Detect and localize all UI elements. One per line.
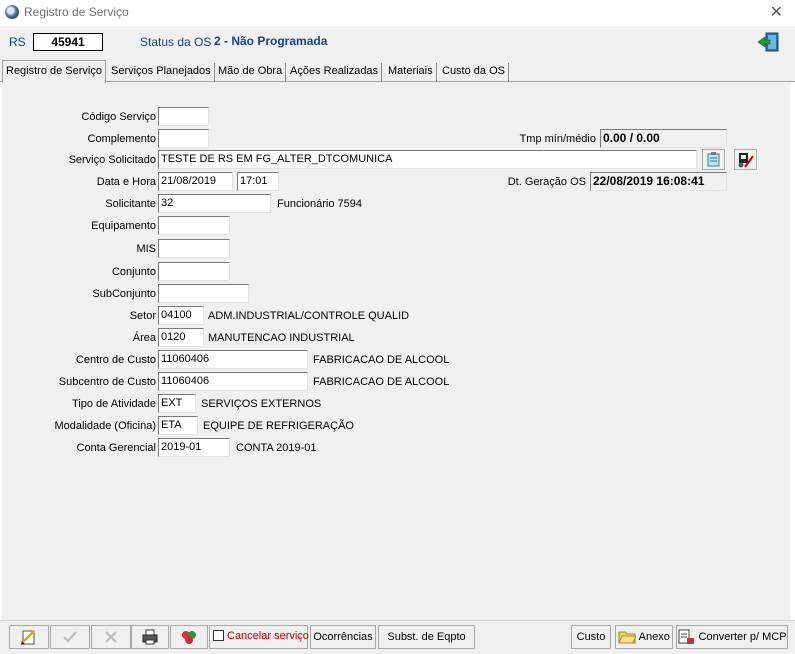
setor-desc: ADM.INDUSTRIAL/CONTROLE QUALID <box>208 310 410 322</box>
rs-number-field[interactable]: 45941 <box>33 33 103 51</box>
tab-servicos-planejados[interactable]: Serviços Planejados <box>108 63 215 82</box>
equipamento-field[interactable] <box>158 216 230 235</box>
data-field[interactable]: 21/08/2019 <box>158 172 233 191</box>
conta-gerencial-field[interactable]: 2019-01 <box>158 438 230 457</box>
area-label: Área <box>132 332 156 344</box>
convert-document-icon <box>678 629 695 645</box>
title-bar: Registro de Serviço ✕ <box>0 0 795 26</box>
subconjunto-field[interactable] <box>158 284 249 303</box>
complemento-field[interactable] <box>158 129 209 148</box>
bottom-toolbar: Cancelar serviço Ocorrências Subst. de E… <box>0 620 795 654</box>
modalidade-label: Modalidade (Oficina) <box>54 420 157 432</box>
status-label: Status da OS <box>140 35 212 49</box>
tab-custo-da-os[interactable]: Custo da OS <box>439 63 509 82</box>
header-bar: RS 45941 Status da OS 2 - Não Programada <box>0 26 795 60</box>
tab-acoes-realizadas[interactable]: Ações Realizadas <box>287 63 383 82</box>
centro-custo-desc: FABRICACAO DE ALCOOL <box>313 354 450 366</box>
subcentro-custo-label: Subcentro de Custo <box>58 376 156 388</box>
notepad-button[interactable] <box>702 149 725 170</box>
notepad-icon <box>707 152 720 167</box>
exit-door-icon[interactable] <box>756 31 780 53</box>
subst-eqpto-button[interactable]: Subst. de Eqpto <box>378 625 475 649</box>
rs-label: RS <box>9 35 26 49</box>
tab-registro-servico[interactable]: Registro de Serviço <box>2 60 106 83</box>
modalidade-field[interactable]: ETA <box>158 416 198 435</box>
app-icon <box>5 5 19 19</box>
codigo-servico-label: Código Serviço <box>81 111 156 123</box>
printer-icon <box>142 629 158 645</box>
cancel-button[interactable] <box>91 625 131 649</box>
dt-geracao-field: 22/08/2019 16:08:41 <box>590 172 727 191</box>
centro-custo-label: Centro de Custo <box>75 354 156 366</box>
area-desc: MANUTENCAO INDUSTRIAL <box>208 332 355 344</box>
confirm-button[interactable] <box>50 625 90 649</box>
check-icon <box>63 631 77 643</box>
solicitante-desc: Funcionário 7594 <box>277 198 363 210</box>
servico-solicitado-field[interactable]: TESTE DE RS EM FG_ALTER_DTCOMUNICA <box>158 150 697 169</box>
solicitante-field[interactable]: 32 <box>158 194 271 213</box>
tools-button[interactable] <box>734 149 757 170</box>
tipo-atividade-field[interactable]: EXT <box>158 394 196 413</box>
tipo-atividade-label: Tipo de Atividade <box>72 398 156 410</box>
data-hora-label: Data e Hora <box>96 176 156 188</box>
tmp-min-medio-label: Tmp mín/médio <box>519 133 596 145</box>
area-field[interactable]: 0120 <box>158 328 204 347</box>
window-title: Registro de Serviço <box>24 5 129 19</box>
tab-materiais[interactable]: Materiais <box>385 63 437 82</box>
complemento-label: Complemento <box>87 133 156 145</box>
custo-button[interactable]: Custo <box>571 625 611 649</box>
equipamento-label: Equipamento <box>91 220 156 232</box>
tools-icon <box>738 153 754 168</box>
folder-icon <box>618 631 637 644</box>
users-icon <box>182 631 196 645</box>
converter-mcp-button[interactable]: Converter p/ MCP <box>676 625 788 649</box>
ocorrencias-button[interactable]: Ocorrências <box>310 625 376 649</box>
conta-gerencial-label: Conta Gerencial <box>76 442 157 454</box>
anexo-button[interactable]: Anexo <box>615 625 673 649</box>
hora-field[interactable]: 17:01 <box>237 172 279 191</box>
setor-field[interactable]: 04100 <box>158 306 204 325</box>
print-button[interactable] <box>131 625 169 649</box>
conta-gerencial-desc: CONTA 2019-01 <box>236 442 317 454</box>
mis-field[interactable] <box>158 239 230 258</box>
x-icon <box>105 631 117 643</box>
converter-mcp-label: Converter p/ MCP <box>698 631 787 643</box>
tmp-min-medio-field: 0.00 / 0.00 <box>600 129 727 148</box>
conjunto-field[interactable] <box>158 262 230 281</box>
solicitante-label: Solicitante <box>105 198 156 210</box>
close-icon[interactable]: ✕ <box>770 2 783 22</box>
tab-mao-de-obra[interactable]: Mão de Obra <box>215 63 287 82</box>
subconjunto-label: SubConjunto <box>92 288 156 300</box>
cancelar-servico-checkbox[interactable] <box>213 630 224 641</box>
anexo-label: Anexo <box>638 631 670 643</box>
edit-document-icon <box>21 630 35 646</box>
cancelar-servico-label: Cancelar serviço <box>227 630 309 642</box>
dt-geracao-label: Dt. Geração OS <box>507 176 586 188</box>
subcentro-custo-field[interactable]: 11060406 <box>158 372 308 391</box>
users-button[interactable] <box>170 625 208 649</box>
servico-solicitado-label: Serviço Solicitado <box>68 154 156 166</box>
conjunto-label: Conjunto <box>111 266 156 278</box>
subcentro-custo-desc: FABRICACAO DE ALCOOL <box>313 376 450 388</box>
tab-strip: Registro de Serviço Serviços Planejados … <box>0 60 795 83</box>
mis-label: MIS <box>136 243 156 255</box>
registro-servico-panel: Código Serviço Complemento Tmp mín/médio… <box>2 82 790 620</box>
edit-button[interactable] <box>9 625 49 649</box>
status-value: 2 - Não Programada <box>214 34 328 48</box>
centro-custo-field[interactable]: 11060406 <box>158 350 308 369</box>
codigo-servico-field[interactable] <box>158 107 209 126</box>
modalidade-desc: EQUIPE DE REFRIGERAÇÃO <box>203 420 354 432</box>
tipo-atividade-desc: SERVIÇOS EXTERNOS <box>201 398 322 410</box>
setor-label: Setor <box>129 310 156 322</box>
